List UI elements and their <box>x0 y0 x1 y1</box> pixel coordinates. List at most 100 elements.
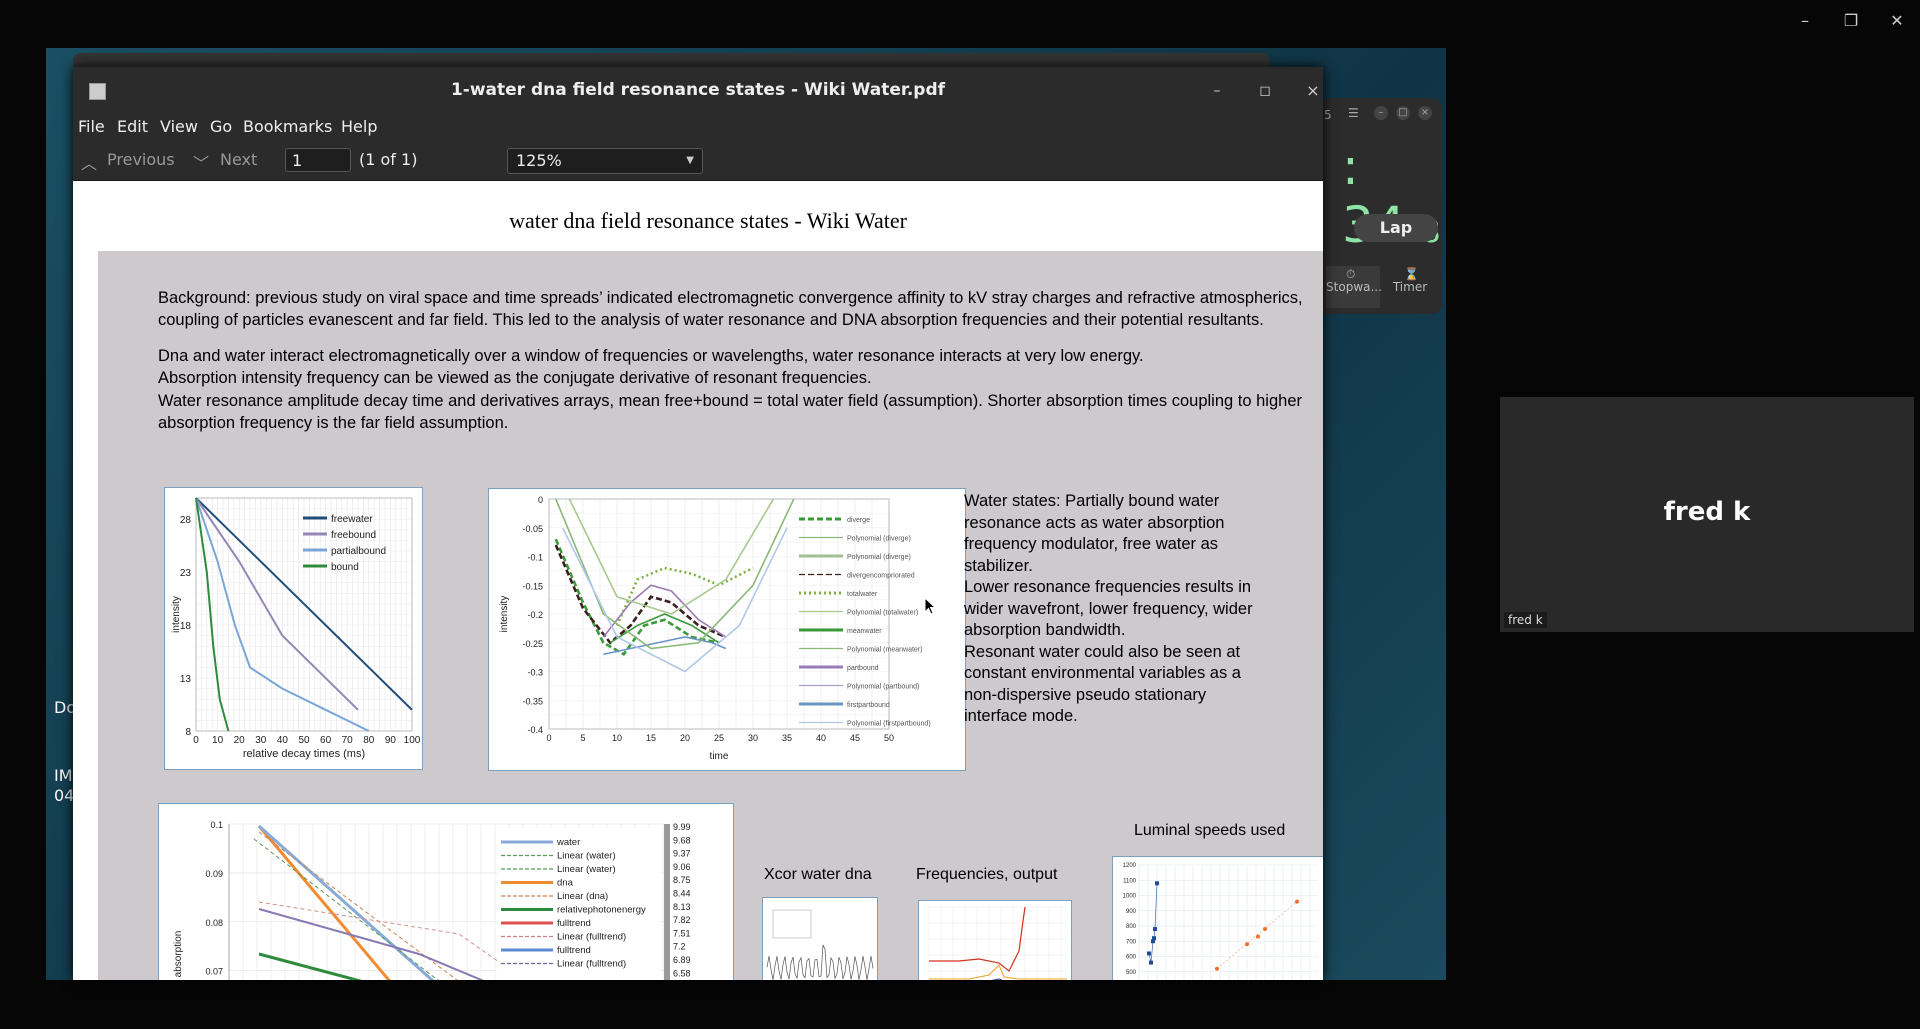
water-states-line: Lower resonance frequencies results in <box>964 578 1252 596</box>
series-line <box>258 831 458 980</box>
desktop-label[interactable]: IM <box>54 766 73 785</box>
maximize-button[interactable]: ◻ <box>1253 79 1277 103</box>
legend-label: meanwater <box>847 628 882 635</box>
intensity-time-chart-svg: 0 5 10 15 20 25 30 35 40 45 50 0 -0.05 -0.1 -0.15 -0.2 -… <box>499 495 931 762</box>
tab-timer[interactable]: Timer <box>1382 280 1438 294</box>
intensity-time-chart: 0 5 10 15 20 25 30 35 40 45 50 0 -0.05 -0.1 -0.15 -0.2 -… <box>488 488 966 771</box>
legend-label: fulltrend <box>557 918 591 929</box>
data-point <box>1153 927 1157 932</box>
right-tick-label: 7.51 <box>673 928 691 938</box>
mouse-cursor-icon <box>924 597 936 615</box>
water-states-text: Water states: Partially bound water reson… <box>964 491 1284 728</box>
chevron-up-icon: ︿ <box>81 154 98 173</box>
right-tick-label: 7.2 <box>673 942 686 952</box>
title-bar[interactable]: 1-water dna field resonance states - Wik… <box>73 67 1323 114</box>
series-line <box>1148 883 1158 963</box>
x-tick-label: 25 <box>714 733 724 743</box>
luminal-speeds-chart: 400500600700800900100011001200water <box>1112 856 1323 980</box>
right-tick-label: 9.06 <box>673 862 691 872</box>
y-tick-label: 8 <box>185 727 191 738</box>
x-tick-label: 10 <box>212 735 224 746</box>
maximize-icon[interactable]: □ <box>1396 106 1410 120</box>
luminal-caption: Luminal speeds used <box>1134 822 1286 839</box>
legend-label: water <box>556 837 580 848</box>
x-tick-label: 0 <box>546 733 551 743</box>
zoom-select[interactable]: 125% ▼ <box>507 148 703 174</box>
y-tick-label: 28 <box>180 515 192 526</box>
legend-label: diverge <box>847 517 870 524</box>
luminal-speeds-chart-svg: 400500600700800900100011001200water <box>1123 863 1318 980</box>
next-button[interactable]: Next <box>220 150 257 169</box>
paragraph-background: Background: previous study on viral spac… <box>158 288 1303 331</box>
lap-button[interactable]: Lap <box>1354 214 1438 242</box>
menu-bookmarks[interactable]: Bookmarks <box>243 117 332 136</box>
absorption-chart: 0.060.070.080.090.1absorption9.999.689.3… <box>158 803 734 980</box>
legend-label: bound <box>331 562 359 573</box>
tab-stopwatch[interactable]: Stopwa... <box>1326 280 1382 294</box>
legend-label: Linear (dna) <box>557 891 608 902</box>
xcor-figure-svg <box>766 909 874 980</box>
series-line <box>258 824 435 980</box>
screen-minimize-button[interactable]: – <box>1790 10 1820 32</box>
menu-view[interactable]: View <box>160 117 198 136</box>
x-tick-label: 50 <box>884 733 894 743</box>
x-tick-label: 30 <box>748 733 758 743</box>
y-tick-label: 800 <box>1126 924 1137 930</box>
legend-label: partbound <box>847 665 879 672</box>
y-tick-label: 0.1 <box>210 820 223 830</box>
data-point <box>1245 942 1249 947</box>
y-tick-label: 0 <box>538 495 543 505</box>
minimize-button[interactable]: – <box>1205 79 1229 103</box>
previous-button[interactable]: Previous <box>107 150 175 169</box>
toolbar: ︿ Previous ﹀ Next (1 of 1) 125% ▼ <box>73 140 1323 181</box>
series-line <box>555 498 795 650</box>
menu-file[interactable]: File <box>78 117 105 136</box>
legend-label: Polynomial (totalwater) <box>847 610 918 617</box>
data-point <box>1155 881 1159 886</box>
participant-name: fred k <box>1663 497 1751 527</box>
legend-label: firstpartbound <box>847 702 890 709</box>
water-states-line: wider wavefront, lower frequency, wider <box>964 599 1253 618</box>
right-scale-bar <box>664 824 670 980</box>
x-tick-label: 40 <box>816 733 826 743</box>
x-tick-label: 80 <box>363 735 375 746</box>
frequency-line <box>929 964 1067 980</box>
dropdown-arrow-icon: ▼ <box>686 155 694 166</box>
hourglass-icon: ⌛ <box>1404 267 1419 281</box>
right-tick-label: 8.13 <box>673 902 691 912</box>
y-tick-label: 500 <box>1126 970 1137 976</box>
desktop-label[interactable]: 04 <box>54 786 74 805</box>
x-tick-label: 20 <box>680 733 690 743</box>
legend-label: dna <box>557 878 574 889</box>
legend-label: Polynomial (diverge) <box>847 554 911 561</box>
screen-restore-button[interactable]: ❐ <box>1836 10 1866 32</box>
page-number-input[interactable] <box>285 148 351 172</box>
water-states-line: stabilizer. <box>964 556 1033 575</box>
paragraph-decay: Water resonance amplitude decay time and… <box>158 391 1302 434</box>
close-button[interactable]: × <box>1301 79 1323 103</box>
x-tick-label: 45 <box>850 733 860 743</box>
y-tick-label: 1000 <box>1123 894 1137 900</box>
legend-label: Linear (water) <box>557 851 616 862</box>
menu-help[interactable]: Help <box>341 117 377 136</box>
hamburger-icon[interactable]: ☰ <box>1348 106 1359 120</box>
video-tile[interactable]: fred k fred k <box>1500 397 1914 632</box>
menu-edit[interactable]: Edit <box>117 117 148 136</box>
data-point <box>1256 934 1260 939</box>
data-point <box>1149 960 1153 965</box>
x-tick-label: 30 <box>255 735 267 746</box>
screen-close-button[interactable]: ✕ <box>1882 10 1912 32</box>
menu-go[interactable]: Go <box>210 117 232 136</box>
minimize-icon[interactable]: – <box>1374 106 1388 120</box>
legend-label: Polynomial (meanwater) <box>847 647 922 654</box>
legend-label: Polynomial (diverge) <box>847 536 911 543</box>
paragraph-line: Water resonance amplitude decay time and… <box>158 392 1302 410</box>
data-point <box>1147 951 1151 956</box>
y-tick-label: 23 <box>180 568 192 579</box>
paragraph-line: Background: previous study on viral spac… <box>158 289 1303 307</box>
x-tick-label: 60 <box>320 735 332 746</box>
x-tick-label: 15 <box>646 733 656 743</box>
water-states-line: non-dispersive pseudo stationary <box>964 685 1207 704</box>
close-icon[interactable]: × <box>1418 106 1432 120</box>
data-point <box>1215 966 1219 971</box>
